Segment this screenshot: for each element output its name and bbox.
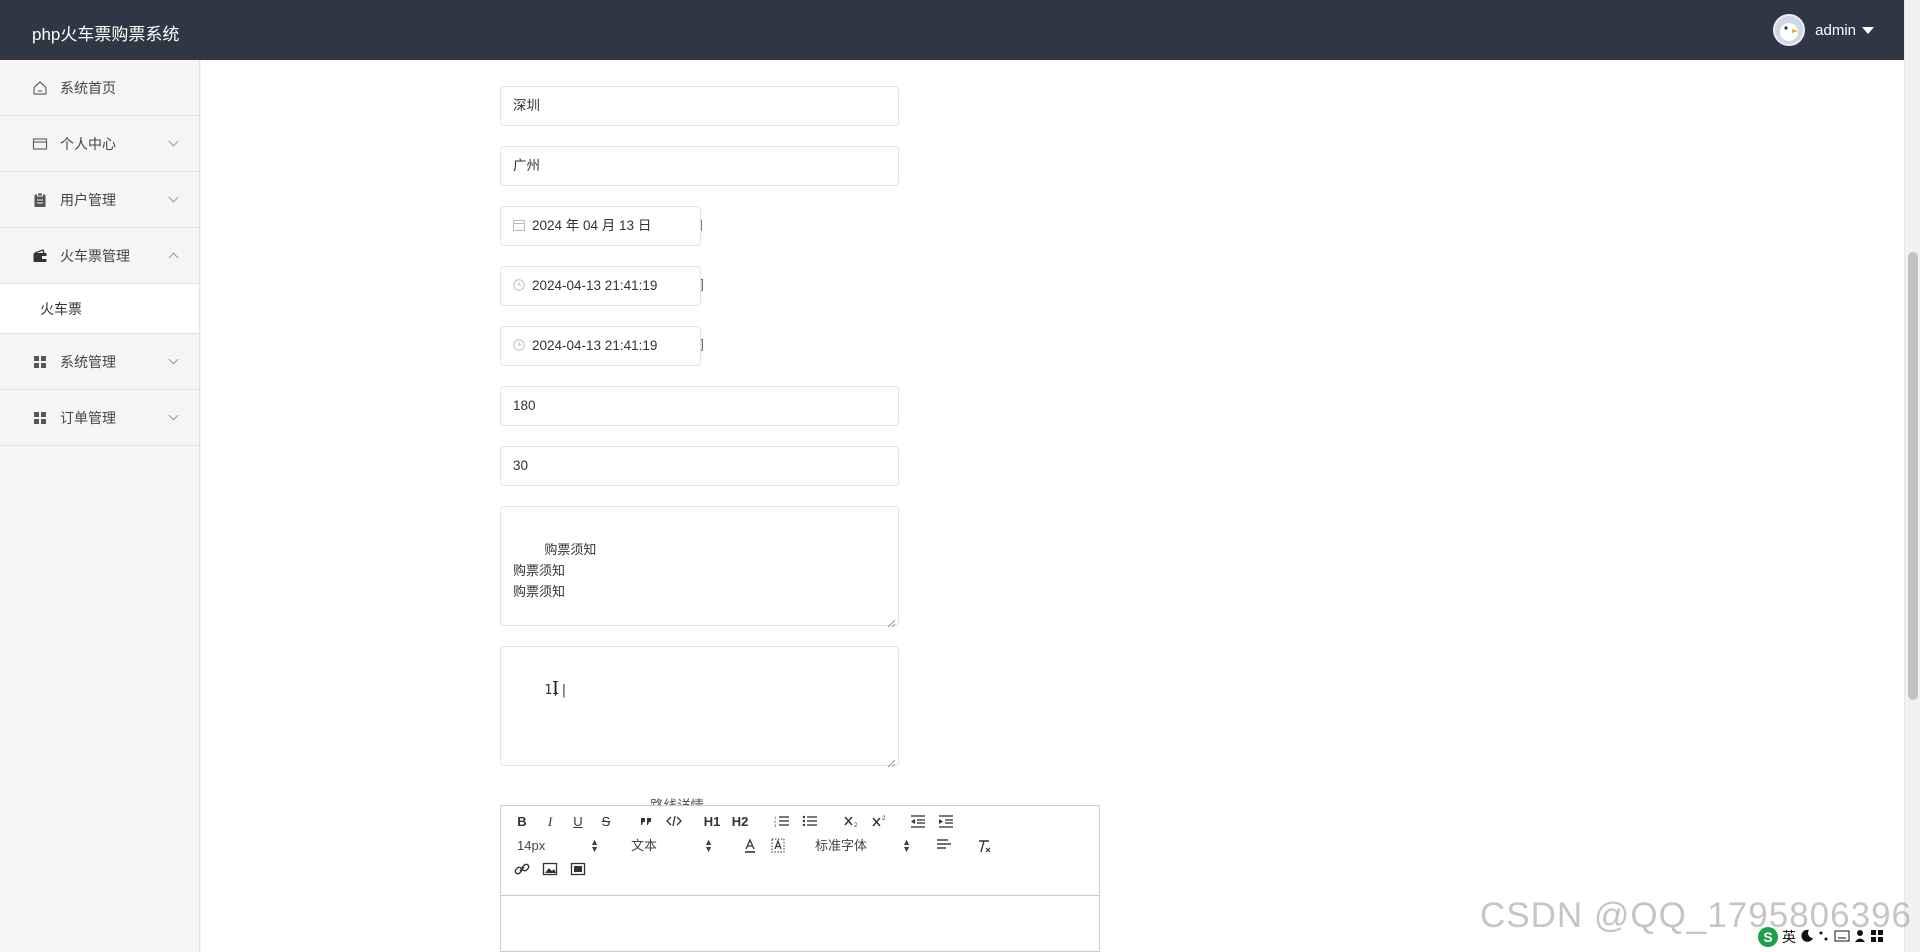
home-icon [32, 80, 48, 96]
ordered-list-icon[interactable]: 123 [773, 812, 791, 832]
chevron-down-icon [168, 136, 179, 147]
scrollbar[interactable] [1904, 0, 1920, 952]
scrollbar-thumb[interactable] [1908, 252, 1918, 700]
top-bar: php火车票购票系统 admin [0, 0, 1904, 60]
sidebar-item-label: 火车票管理 [60, 247, 130, 264]
svg-text:2: 2 [882, 816, 886, 822]
date-value: 2024 年 04 月 13 日 [532, 218, 652, 233]
notice-textarea[interactable]: 购票须知 购票须知 购票须知 [500, 506, 899, 628]
username[interactable]: admin [1815, 22, 1856, 39]
italic-button[interactable]: I [541, 812, 559, 832]
font-size-value: 14px [517, 838, 546, 853]
sidebar-item-tickets[interactable]: 火车票管理 [0, 228, 199, 284]
resize-handle-icon[interactable] [887, 614, 896, 628]
updown-icon: ▲ ▼ [704, 837, 713, 854]
user-icon[interactable] [1854, 929, 1866, 946]
sidebar-item-label: 订单管理 [60, 409, 116, 426]
blockquote-icon[interactable] [637, 812, 655, 832]
moon-icon[interactable] [1800, 929, 1814, 946]
card-icon [32, 136, 48, 152]
sidebar-item-label: 用户管理 [60, 191, 116, 208]
date-picker[interactable]: 2024 年 04 月 13 日 [500, 206, 701, 246]
app-title: php火车票购票系统 [32, 25, 180, 44]
arr-time-value: 2024-04-13 21:41:19 [532, 338, 658, 353]
sidebar: 系统首页 个人中心 用户管理 火车票管理 火车票 系统管理 订单管理 [0, 60, 200, 952]
resize-handle-icon[interactable] [887, 754, 896, 768]
text-type-value: 文本 [631, 838, 658, 853]
price-input[interactable]: 180 [500, 386, 899, 426]
text-type-select[interactable]: 文本 ▲ ▼ [631, 836, 713, 856]
text-cursor-icon: I [552, 678, 560, 699]
bold-button[interactable]: B [513, 812, 531, 832]
sidebar-item-system[interactable]: 系统管理 [0, 334, 199, 390]
grid-icon [32, 354, 48, 370]
sidebar-subitem-tickets[interactable]: 火车票 [0, 284, 199, 334]
video-icon[interactable] [569, 860, 587, 880]
h2-button[interactable]: H2 [731, 812, 749, 832]
code-block-icon[interactable] [665, 812, 683, 832]
align-icon[interactable] [935, 836, 953, 856]
editor-toolbar: B I U S H1 H2 123 2 2 14px ▲ ▼ 文本 ▲ ▼ 标准字体 ▲ ▼ [501, 806, 1099, 896]
svg-text:3: 3 [774, 823, 777, 828]
indent-icon[interactable] [937, 812, 955, 832]
apps-icon[interactable] [1870, 929, 1884, 946]
outdent-icon[interactable] [909, 812, 927, 832]
rich-text-editor: B I U S H1 H2 123 2 2 14px ▲ ▼ 文本 ▲ ▼ 标准字体 ▲ ▼ [500, 805, 1100, 952]
sidebar-item-label: 个人中心 [60, 135, 116, 152]
font-family-select[interactable]: 标准字体 ▲ ▼ [815, 836, 911, 856]
arrival-input[interactable]: 广州 [500, 146, 899, 186]
clear-format-icon[interactable] [975, 836, 993, 856]
sidebar-item-home[interactable]: 系统首页 [0, 60, 199, 116]
sidebar-item-label: 系统首页 [60, 79, 116, 96]
updown-icon: ▲ ▼ [902, 837, 911, 854]
calendar-icon [513, 208, 525, 231]
main-content: 出发站 深圳 到达站 广州 出发日 2024 年 04 月 13 日 出发时间 … [201, 60, 1904, 952]
subscript-icon[interactable]: 2 [843, 812, 861, 832]
chevron-down-icon[interactable] [1862, 26, 1874, 34]
updown-icon: ▲ ▼ [590, 837, 599, 854]
selected-seats-textarea[interactable]: 1,| [500, 646, 899, 768]
user-menu[interactable]: admin [1773, 14, 1874, 46]
link-icon[interactable] [513, 860, 531, 880]
ime-language[interactable]: 英 [1782, 927, 1796, 947]
avatar[interactable] [1773, 14, 1806, 46]
grid-icon [32, 410, 48, 426]
system-tray: S 英 [1758, 926, 1884, 948]
image-icon[interactable] [541, 860, 559, 880]
dep-time-picker[interactable]: 2024-04-13 21:41:19 [500, 266, 701, 306]
superscript-icon[interactable]: 2 [871, 812, 889, 832]
background-color-icon[interactable] [769, 836, 787, 856]
clock-icon [513, 328, 525, 351]
svg-text:2: 2 [854, 823, 858, 828]
sogou-icon[interactable]: S [1758, 927, 1778, 947]
punctuation-icon[interactable] [1818, 929, 1830, 946]
chevron-down-icon [168, 410, 179, 421]
clock-icon [513, 268, 525, 291]
sidebar-item-orders[interactable]: 订单管理 [0, 390, 199, 446]
strike-button[interactable]: S [597, 812, 615, 832]
sidebar-item-profile[interactable]: 个人中心 [0, 116, 199, 172]
font-color-icon[interactable] [741, 836, 759, 856]
clipboard-icon [32, 192, 48, 208]
sidebar-item-label: 系统管理 [60, 353, 116, 370]
chevron-up-icon [168, 252, 179, 263]
chevron-down-icon [168, 192, 179, 203]
keyboard-icon[interactable] [1834, 929, 1850, 945]
seats-input[interactable]: 30 [500, 446, 899, 486]
underline-button[interactable]: U [569, 812, 587, 832]
chevron-down-icon [168, 354, 179, 365]
dep-time-value: 2024-04-13 21:41:19 [532, 278, 658, 293]
font-size-select[interactable]: 14px ▲ ▼ [517, 836, 599, 856]
editor-content-area[interactable] [501, 896, 1099, 952]
font-family-value: 标准字体 [815, 838, 868, 853]
wallet-icon [32, 248, 48, 264]
h1-button[interactable]: H1 [703, 812, 721, 832]
notice-text: 购票须知 购票须知 购票须知 [513, 543, 597, 600]
arr-time-picker[interactable]: 2024-04-13 21:41:19 [500, 326, 701, 366]
departure-input[interactable]: 深圳 [500, 86, 899, 126]
sidebar-item-users[interactable]: 用户管理 [0, 172, 199, 228]
bullet-list-icon[interactable] [801, 812, 819, 832]
